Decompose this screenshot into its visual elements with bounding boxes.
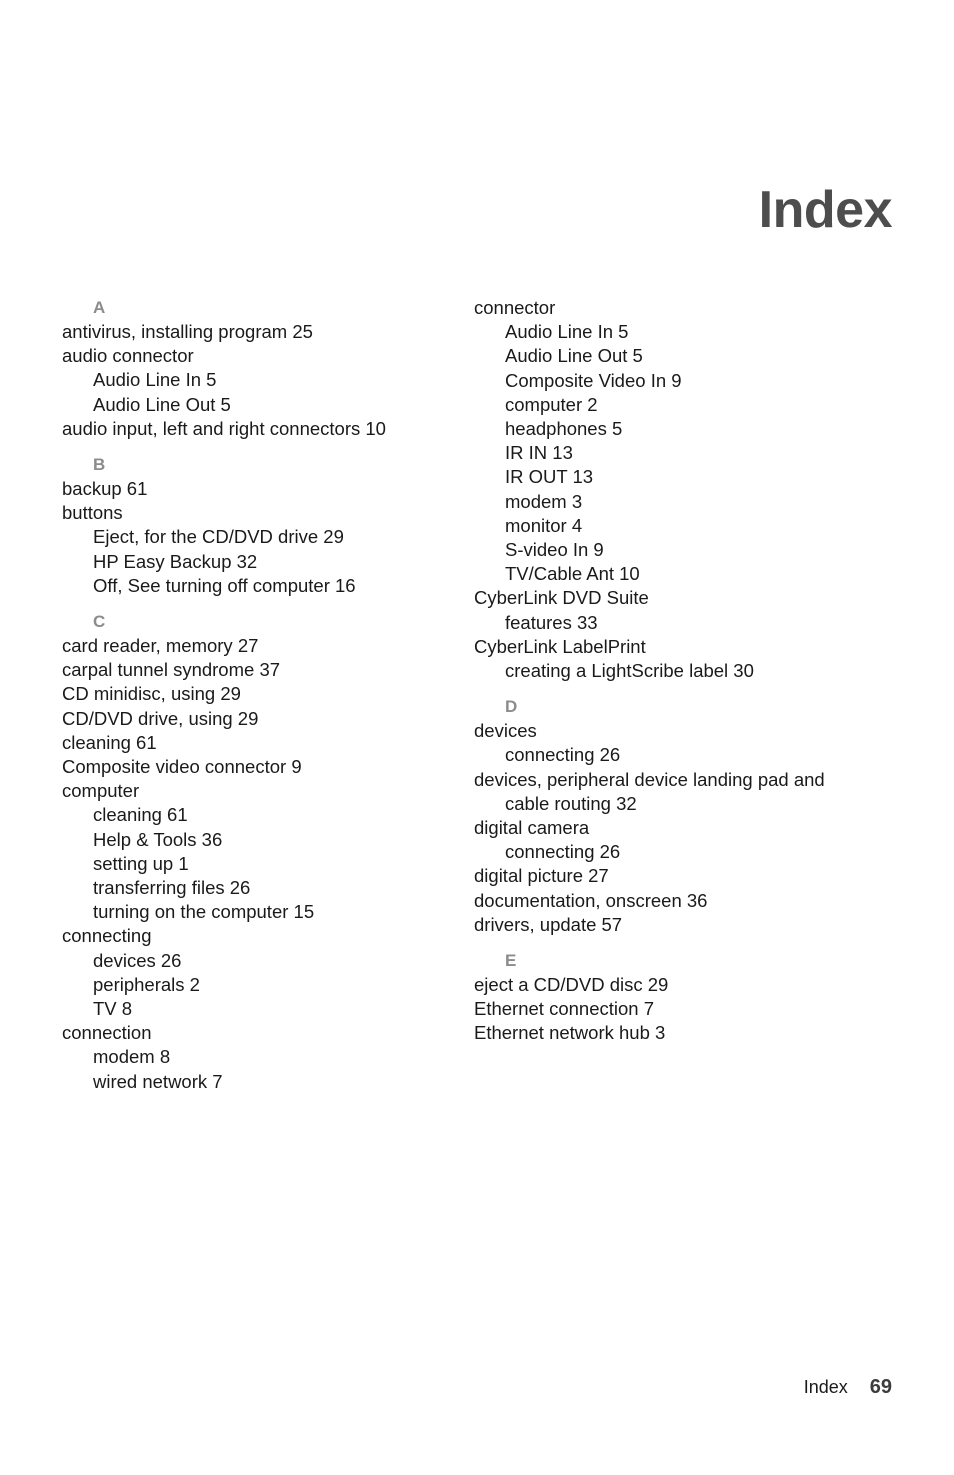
- index-subentry: features 33: [505, 611, 598, 633]
- section-letter-c: C: [93, 612, 106, 632]
- index-subentry: computer 2: [505, 393, 598, 415]
- index-subentry: peripherals 2: [93, 973, 200, 995]
- index-subentry: Audio Line Out 5: [505, 345, 643, 367]
- index-subentry: connecting 26: [505, 744, 621, 766]
- footer-label: Index: [803, 1377, 848, 1397]
- index-entry: CD/DVD drive, using 29: [62, 707, 259, 729]
- index-entry: audio input, left and right connectors 1…: [62, 417, 386, 439]
- index-subentry: TV 8: [93, 998, 133, 1020]
- index-subentry: devices 26: [93, 949, 182, 971]
- page-footer: Index 69: [0, 1377, 892, 1397]
- index-section: connector Audio Line In 5 Audio Line Out 5…: [474, 296, 892, 683]
- page-title: Index: [758, 180, 893, 239]
- index-entry: connection: [62, 1022, 152, 1044]
- section-letter-a: A: [93, 298, 106, 317]
- index-section: Aantivirus, installing program 25 audio c…: [62, 296, 437, 441]
- index-subentry: creating a LightScribe label 30: [505, 660, 754, 682]
- index-entry: audio connector: [62, 345, 194, 367]
- index-entry: CD minidisc, using 29: [62, 683, 241, 705]
- index-subentry: headphones 5: [505, 418, 623, 440]
- index-subentry: setting up 1: [93, 852, 189, 874]
- index-entry: devices, peripheral device landing pad a…: [474, 768, 825, 790]
- index-subentry: IR IN 13: [505, 442, 573, 464]
- index-section: Ddevices connecting 26 devices, peripheral…: [474, 695, 892, 937]
- index-subentry: wired network 7: [93, 1070, 223, 1092]
- index-entry: connector: [474, 297, 556, 318]
- index-subentry: monitor 4: [505, 514, 583, 536]
- index-section: Bbackup 61 buttons Eject, for the CD/DVD d…: [62, 453, 437, 598]
- index-entry: card reader, memory 27: [62, 635, 259, 657]
- index-subentry: IR OUT 13: [505, 466, 594, 488]
- index-subentry: Audio Line In 5: [93, 369, 217, 391]
- index-entry: digital camera: [474, 817, 590, 839]
- index-section: Eeject a CD/DVD disc 29 Ethernet connecti…: [474, 949, 892, 1046]
- index-subentry: modem 8: [93, 1046, 171, 1068]
- section-letter-b: B: [93, 455, 106, 475]
- index-entry: Composite video connector 9: [62, 756, 302, 778]
- index-entry: CyberLink LabelPrint: [474, 635, 646, 657]
- index-entry: digital picture 27: [474, 865, 609, 887]
- index-entry: CyberLink DVD Suite: [474, 587, 649, 609]
- index-subentry: turning on the computer 15: [93, 901, 315, 923]
- index-subentry: transferring files 26: [93, 877, 251, 899]
- index-subentry: Audio Line In 5: [505, 321, 629, 343]
- index-entry: Ethernet network hub 3: [474, 1022, 666, 1044]
- index-subentry: connecting 26: [505, 841, 621, 863]
- index-entry: drivers, update 57: [474, 913, 623, 935]
- section-letter-d: D: [505, 697, 518, 717]
- index-entry: cleaning 61: [62, 731, 157, 753]
- index-entry: eject a CD/DVD disc 29: [474, 974, 669, 996]
- index-subentry: cable routing 32: [505, 792, 637, 814]
- index-subentry: Audio Line Out 5: [93, 393, 231, 415]
- index-columns: Aantivirus, installing program 25 audio c…: [0, 296, 954, 1094]
- index-subentry: Help & Tools 36: [93, 828, 223, 850]
- index-subentry: HP Easy Backup 32: [93, 550, 258, 572]
- index-column-left: Aantivirus, installing program 25 audio c…: [0, 296, 437, 1094]
- index-subentry: cleaning 61: [93, 804, 188, 826]
- index-entry: connecting: [62, 925, 152, 947]
- footer-page-number: 69: [869, 1376, 892, 1398]
- index-entry: buttons: [62, 502, 123, 524]
- index-subentry: Composite Video In 9: [505, 369, 682, 391]
- section-letter-e: E: [505, 951, 517, 971]
- index-entry: antivirus, installing program 25: [62, 321, 313, 342]
- index-subentry: Off, See turning off computer 16: [93, 574, 356, 596]
- index-entry: carpal tunnel syndrome 37: [62, 659, 281, 681]
- index-section: Ccard reader, memory 27 carpal tunnel syn…: [62, 610, 437, 1094]
- index-entry: backup 61: [62, 478, 148, 500]
- index-subentry: TV/Cable Ant 10: [505, 563, 640, 585]
- index-entry: Ethernet connection 7: [474, 998, 654, 1020]
- index-page: Index Aantivirus, installing program 25 a…: [0, 0, 954, 1475]
- index-column-right: connector Audio Line In 5 Audio Line Out 5…: [437, 296, 892, 1046]
- index-entry: computer: [62, 780, 140, 802]
- index-subentry: S-video In 9: [505, 539, 604, 561]
- index-entry: devices: [474, 720, 537, 742]
- index-entry: documentation, onscreen 36: [474, 889, 708, 911]
- index-subentry: Eject, for the CD/DVD drive 29: [93, 526, 344, 548]
- index-subentry: modem 3: [505, 490, 583, 512]
